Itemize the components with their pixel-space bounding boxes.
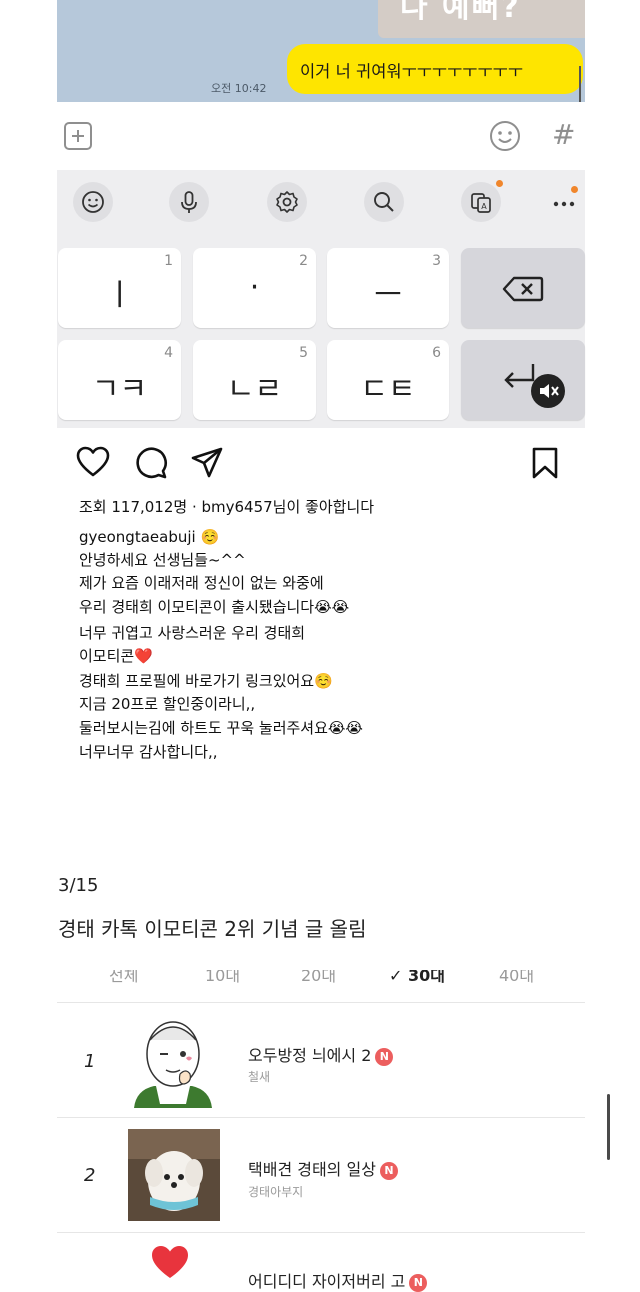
key-number: 6 — [432, 345, 441, 361]
emoticon-title-text: 택배견 경태의 일상 — [248, 1160, 376, 1179]
key-6[interactable]: 6 ㄷㅌ — [327, 340, 449, 420]
tab-20s[interactable]: 20대 — [301, 970, 336, 986]
emoticon-thumbnail[interactable] — [128, 1129, 220, 1225]
smiley-icon[interactable] — [73, 182, 113, 222]
note-headline: 경태 카톡 이모티콘 2위 기념 글 올림 — [58, 917, 367, 941]
emoticon-thumbnail[interactable] — [150, 1244, 190, 1284]
key-number: 5 — [299, 345, 308, 361]
page-scrollbar[interactable] — [607, 1094, 610, 1160]
emoticon-title[interactable]: 오두방정 늬에시 2N — [248, 1042, 394, 1066]
caption-username-line: gyeongtaeabuji ☺️ — [79, 526, 219, 549]
photo-message[interactable]: 다 예뻐? — [378, 0, 585, 38]
search-icon[interactable] — [364, 182, 404, 222]
new-badge: N — [379, 1162, 398, 1180]
caption-line: 제가 요즘 이래저래 정신이 없는 와중에 — [79, 574, 324, 592]
post-username[interactable]: gyeongtaeabuji — [79, 528, 196, 546]
gear-icon[interactable] — [267, 182, 307, 222]
plus-square-icon[interactable] — [64, 122, 92, 150]
emoticon-title-text: 어디디디 자이저버리 고 — [248, 1272, 406, 1291]
emoticon-author: 경태아부지 — [248, 1185, 304, 1199]
key-label: ㄴㄹ — [226, 372, 283, 407]
likes-count[interactable]: 조회 117,012명 · bmy6457님이 좋아합니다 — [79, 496, 374, 517]
key-1[interactable]: 1 ㅣ — [58, 248, 181, 328]
photo-caption: 다 예뻐? — [400, 0, 521, 25]
key-3[interactable]: 3 ㅡ — [327, 248, 449, 328]
microphone-icon[interactable] — [169, 182, 209, 222]
caption-line: 둘러보시는김에 하트도 꾸욱 눌러주셔요😭😭 — [79, 719, 363, 737]
tab-30s[interactable]: ✓ 30대 — [389, 970, 445, 986]
key-label: ㅣ — [105, 278, 134, 313]
tab-10s[interactable]: 10대 — [205, 970, 240, 986]
enter-key[interactable] — [461, 340, 585, 420]
hashtag-icon[interactable]: # — [552, 118, 575, 151]
backspace-key[interactable] — [461, 248, 585, 328]
caption-line: 우리 경태희 이모티콘이 출시됐습니다😭😭 — [79, 598, 350, 616]
backspace-icon — [502, 276, 544, 302]
more-icon[interactable] — [552, 194, 578, 213]
key-label: · — [249, 270, 260, 305]
emoticon-title[interactable]: 택배견 경태의 일상 N — [248, 1156, 398, 1180]
key-label: ㄷㅌ — [360, 372, 416, 407]
share-icon[interactable] — [190, 446, 224, 480]
key-number: 1 — [164, 253, 173, 269]
key-label: ㅡ — [374, 278, 402, 313]
rank-number: 2 — [84, 1165, 96, 1186]
comment-icon[interactable] — [134, 446, 168, 480]
bookmark-icon[interactable] — [531, 447, 559, 479]
caption-line: 너무 귀엽고 사랑스러운 우리 경태희 — [79, 624, 306, 642]
new-badge: N — [375, 1048, 394, 1066]
age-filter-tabs: 전체 10대 20대 ✓ 30대 40대 — [57, 970, 585, 1002]
emoticon-title-text: 오두방정 늬에시 2 — [248, 1046, 372, 1065]
key-label: ㄱㅋ — [91, 372, 148, 407]
my-message-text: 이거 너 귀여워ㅜㅜㅜㅜㅜㅜㅜㅜ — [300, 62, 524, 81]
tab-all[interactable]: 전체 — [109, 970, 138, 986]
divider — [57, 1002, 585, 1003]
note-date: 3/15 — [58, 875, 99, 896]
divider — [57, 1232, 585, 1233]
key-4[interactable]: 4 ㄱㅋ — [58, 340, 181, 420]
key-number: 3 — [432, 253, 441, 269]
caption-line: 경태희 프로필에 바로가기 링크있어요☺️ — [79, 672, 333, 690]
smiley-icon[interactable] — [488, 119, 522, 157]
key-5[interactable]: 5 ㄴㄹ — [193, 340, 316, 420]
emoticon-author: 철새 — [248, 1070, 271, 1084]
active-tab-label: 30대 — [407, 970, 445, 985]
caption-line: 너무너무 감사합니다,, — [79, 743, 218, 761]
key-number: 2 — [299, 253, 308, 269]
rank-number: 1 — [84, 1051, 96, 1072]
key-2[interactable]: 2 · — [193, 248, 316, 328]
emoticon-title[interactable]: 어디디디 자이저버리 고N — [248, 1268, 428, 1292]
translate-icon[interactable]: A — [461, 182, 501, 222]
new-badge: N — [409, 1274, 428, 1292]
emoticon-thumbnail[interactable] — [126, 1014, 220, 1112]
notification-dot — [571, 186, 578, 193]
notification-dot — [496, 180, 503, 187]
tab-40s[interactable]: 40대 — [499, 970, 534, 986]
mute-icon — [531, 374, 565, 408]
caption-line: 안녕하세요 선생님들~^^ — [79, 551, 246, 569]
divider — [57, 1117, 585, 1118]
caption-line: 지금 20프로 할인중이라니,, — [79, 695, 256, 713]
key-number: 4 — [164, 345, 173, 361]
heart-icon[interactable] — [76, 446, 110, 478]
username-emoji: ☺️ — [200, 528, 220, 546]
svg-text:A: A — [481, 202, 487, 211]
caption-line: 이모티콘❤️ — [79, 647, 153, 665]
message-time: 오전 10:42 — [211, 82, 267, 95]
